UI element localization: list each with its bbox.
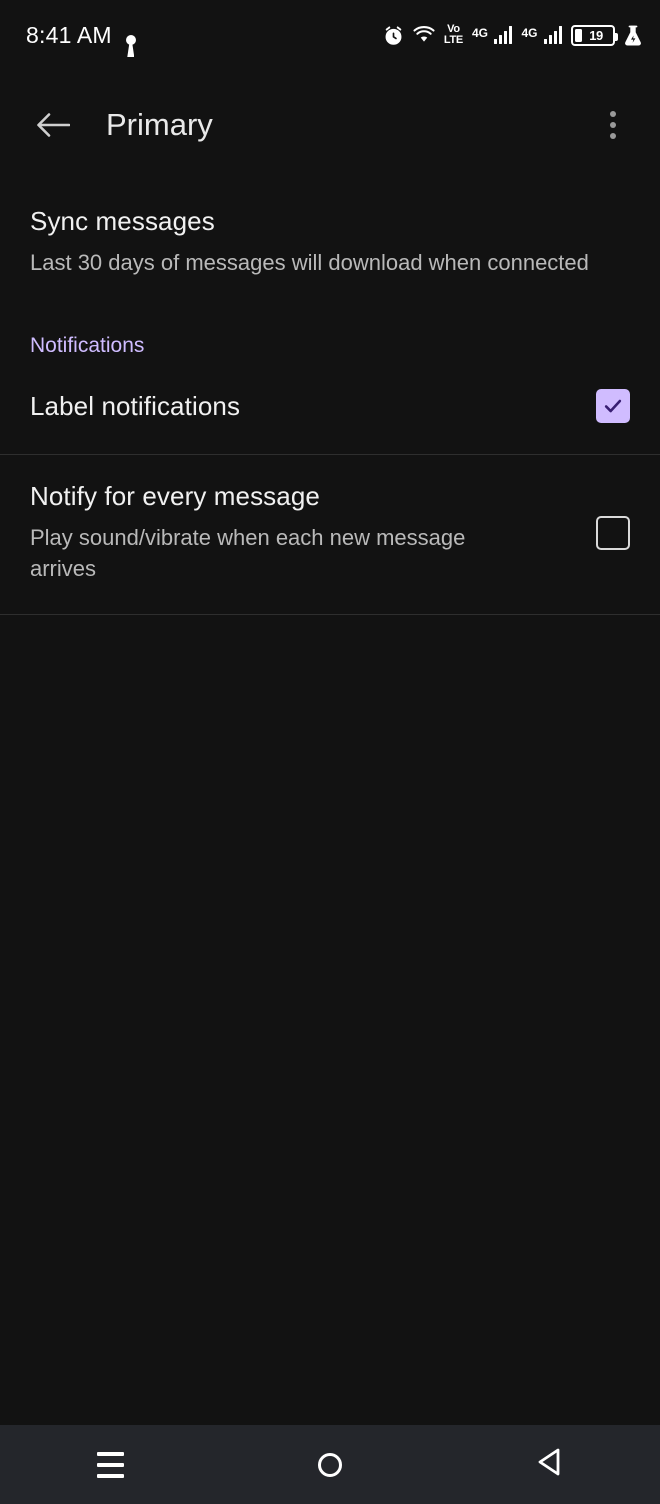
sync-messages-subtitle: Last 30 days of messages will download w… — [30, 250, 589, 275]
divider — [0, 614, 660, 615]
notify-every-message-checkbox[interactable] — [596, 515, 630, 550]
wifi-icon — [413, 26, 435, 44]
row-notify-every-message[interactable]: Notify for every message Play sound/vibr… — [0, 455, 660, 614]
menu-recents-icon — [96, 1451, 124, 1478]
row-title: Notify for every message — [30, 481, 320, 511]
flask-icon — [624, 25, 642, 46]
system-nav-bar — [0, 1425, 660, 1504]
row-notify-every-message-text: Notify for every message Play sound/vibr… — [30, 481, 596, 584]
row-title: Label notifications — [30, 390, 241, 421]
alarm-clock-icon — [383, 25, 404, 46]
status-bar-left: 8:41 AM — [26, 22, 124, 49]
sync-messages-block[interactable]: Sync messages Last 30 days of messages w… — [0, 180, 660, 286]
phone-screen: 8:41 AM Vo LTE 4G 4G 19 Primary Sync mes… — [0, 0, 660, 1504]
section-header-notifications: Notifications — [30, 334, 145, 357]
status-bar-right: Vo LTE 4G 4G 19 — [383, 24, 642, 46]
more-vertical-icon[interactable] — [590, 102, 636, 148]
app-bar: Primary — [0, 70, 660, 180]
volte-icon: Vo LTE — [443, 23, 463, 46]
settings-content: Sync messages Last 30 days of messages w… — [0, 180, 660, 1425]
row-label-notifications[interactable]: Label notifications — [0, 358, 660, 454]
home-circle-icon — [318, 1452, 342, 1477]
row-subtitle: Play sound/vibrate when each new message… — [30, 525, 466, 581]
signal-sim1-icon: 4G — [472, 26, 513, 44]
sync-messages-title: Sync messages — [30, 206, 215, 236]
page-title: Primary — [106, 107, 213, 142]
nav-back-button[interactable] — [495, 1425, 605, 1504]
nav-recents-button[interactable] — [55, 1425, 165, 1504]
row-label-notifications-text: Label notifications — [30, 391, 596, 422]
nav-home-button[interactable] — [275, 1425, 385, 1504]
back-arrow-icon[interactable] — [30, 102, 76, 148]
status-time: 8:41 AM — [26, 21, 112, 48]
label-notifications-checkbox[interactable] — [596, 389, 630, 423]
battery-level-text: 19 — [589, 27, 603, 43]
battery-icon: 19 — [571, 24, 618, 46]
back-triangle-icon — [536, 1447, 564, 1482]
status-bar: 8:41 AM Vo LTE 4G 4G 19 — [0, 0, 660, 70]
signal-sim2-icon: 4G — [521, 26, 562, 44]
